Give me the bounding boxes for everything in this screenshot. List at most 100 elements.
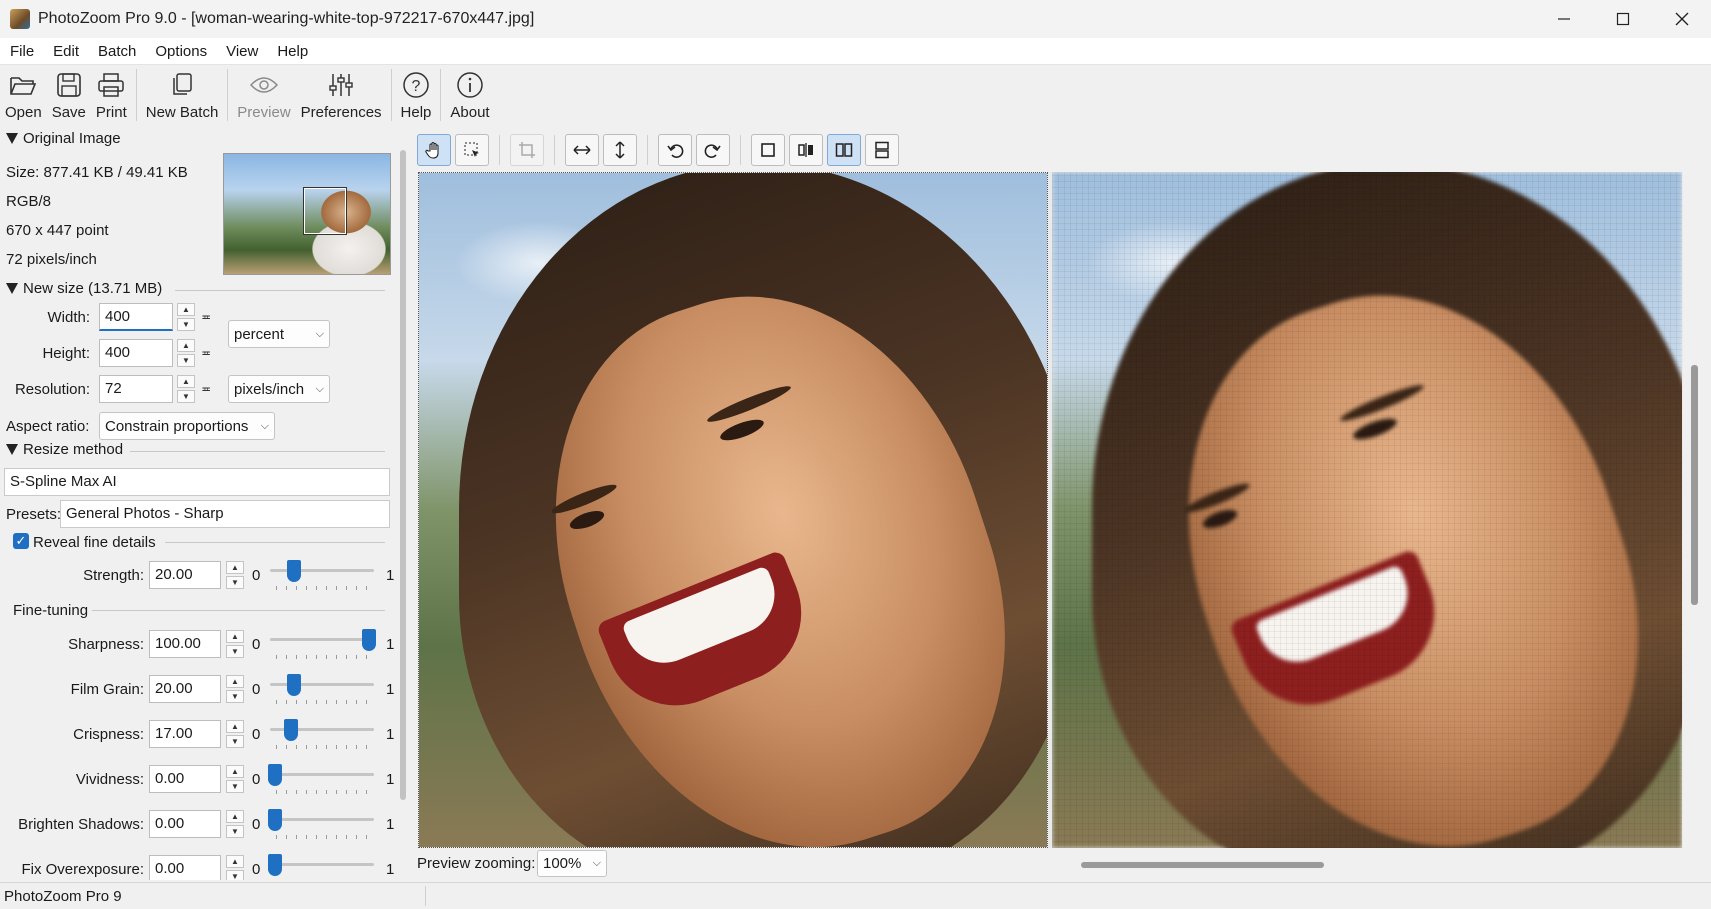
height-input[interactable]: 400 [99,339,173,367]
hand-tool-button[interactable] [417,134,451,166]
resolution-input[interactable]: 72 [99,375,173,403]
spin-up-icon[interactable]: ▲ [177,375,195,388]
spin-up-icon[interactable]: ▲ [226,675,244,688]
rotate-right-button[interactable] [696,134,730,166]
spin-down-icon[interactable]: ▼ [226,735,244,748]
crispness-input[interactable]: 17.00 [149,720,221,748]
preview-zoom-select[interactable]: 100% ⌵ [537,850,607,877]
result-preview-pane[interactable] [1052,172,1682,848]
open-button[interactable]: Open [0,65,47,125]
spin-up-icon[interactable]: ▲ [226,720,244,733]
brighten-shadows-slider-track[interactable] [270,818,374,821]
preview-horizontal-scrollbar[interactable] [1081,862,1324,868]
resolution-stepper[interactable]: ▲ ▼ [177,375,195,403]
settings-panel-scrollbar[interactable] [400,150,406,800]
fix-overexposure-input[interactable]: 0.00 [149,855,221,880]
vividness-slider-track[interactable] [270,773,374,776]
vividness-input[interactable]: 0.00 [149,765,221,793]
crispness-slider-thumb[interactable] [284,719,298,741]
strength-input[interactable]: 20.00 [149,561,221,589]
menu-edit[interactable]: Edit [43,43,88,60]
spin-up-icon[interactable]: ▲ [226,630,244,643]
print-button[interactable]: Print [91,65,132,125]
sharpness-slider-track[interactable] [270,638,374,641]
film-grain-input[interactable]: 20.00 [149,675,221,703]
spin-up-icon[interactable]: ▲ [177,303,195,316]
fix-overexposure-stepper[interactable]: ▲ ▼ [226,855,244,880]
aspect-ratio-select[interactable]: Constrain proportions ⌵ [99,412,275,440]
preview-area[interactable] [418,172,1683,848]
sharpness-input[interactable]: 100.00 [149,630,221,658]
menu-view[interactable]: View [216,43,267,60]
resize-method-select[interactable]: S-Spline Max AI [4,468,390,496]
spin-down-icon[interactable]: ▼ [226,690,244,703]
help-button[interactable]: ? Help [396,65,437,125]
resize-method-header[interactable]: Resize method [6,441,123,458]
presets-select[interactable]: General Photos - Sharp [60,500,390,528]
preview-vertical-scrollbar[interactable] [1691,365,1698,605]
brighten-shadows-slider-thumb[interactable] [268,809,282,831]
spin-up-icon[interactable]: ▲ [226,810,244,823]
size-unit-select[interactable]: percent ⌵ [228,320,330,348]
link-icon[interactable]: ≖ [201,346,211,360]
spin-up-icon[interactable]: ▲ [226,855,244,868]
vividness-stepper[interactable]: ▲ ▼ [226,765,244,793]
spin-down-icon[interactable]: ▼ [226,870,244,880]
spin-down-icon[interactable]: ▼ [226,780,244,793]
width-stepper[interactable]: ▲ ▼ [177,303,195,331]
fix-overexposure-slider-thumb[interactable] [268,854,282,876]
film-grain-slider-thumb[interactable] [287,674,301,696]
new-batch-button[interactable]: New Batch [141,65,224,125]
minimize-button[interactable] [1534,0,1593,38]
fix-overexposure-slider-track[interactable] [270,863,374,866]
preferences-button[interactable]: Preferences [296,65,387,125]
spin-up-icon[interactable]: ▲ [177,339,195,352]
original-thumbnail[interactable] [223,153,391,275]
save-button[interactable]: Save [47,65,91,125]
spin-down-icon[interactable]: ▼ [177,390,195,403]
new-size-header[interactable]: New size (13.71 MB) [6,280,162,297]
strength-slider-thumb[interactable] [287,560,301,582]
spin-down-icon[interactable]: ▼ [226,576,244,589]
reveal-details-checkbox[interactable]: ✓ [13,533,29,549]
preview-button[interactable]: Preview [232,65,295,125]
rotate-left-button[interactable] [658,134,692,166]
resolution-unit-select[interactable]: pixels/inch ⌵ [228,375,330,403]
height-stepper[interactable]: ▲ ▼ [177,339,195,367]
link-icon[interactable]: ≖ [201,382,211,396]
width-input[interactable]: 400 [99,303,173,331]
fit-width-button[interactable] [565,134,599,166]
strength-stepper[interactable]: ▲ ▼ [226,561,244,589]
about-button[interactable]: About [445,65,494,125]
maximize-button[interactable] [1593,0,1652,38]
original-image-header[interactable]: Original Image [6,130,121,147]
spin-up-icon[interactable]: ▲ [226,561,244,574]
close-button[interactable] [1652,0,1711,38]
menu-batch[interactable]: Batch [88,43,145,60]
link-icon[interactable]: ≖ [201,310,211,324]
spin-up-icon[interactable]: ▲ [226,765,244,778]
top-bottom-view-button[interactable] [865,134,899,166]
fit-height-button[interactable] [603,134,637,166]
spin-down-icon[interactable]: ▼ [226,645,244,658]
menu-file[interactable]: File [0,43,43,60]
menu-help[interactable]: Help [267,43,317,60]
brighten-shadows-stepper[interactable]: ▲ ▼ [226,810,244,838]
strength-slider-track[interactable] [270,569,374,572]
brighten-shadows-input[interactable]: 0.00 [149,810,221,838]
spin-down-icon[interactable]: ▼ [177,318,195,331]
single-view-button[interactable] [751,134,785,166]
split-view-button[interactable] [789,134,823,166]
original-preview-pane[interactable] [418,172,1048,848]
sharpness-stepper[interactable]: ▲ ▼ [226,630,244,658]
side-by-side-view-button[interactable] [827,134,861,166]
sharpness-slider-thumb[interactable] [362,629,376,651]
menu-options[interactable]: Options [145,43,216,60]
selection-tool-button[interactable] [455,134,489,166]
crispness-stepper[interactable]: ▲ ▼ [226,720,244,748]
crop-button[interactable] [510,134,544,166]
film-grain-stepper[interactable]: ▲ ▼ [226,675,244,703]
vividness-slider-thumb[interactable] [268,764,282,786]
film-grain-slider-track[interactable] [270,683,374,686]
spin-down-icon[interactable]: ▼ [177,354,195,367]
